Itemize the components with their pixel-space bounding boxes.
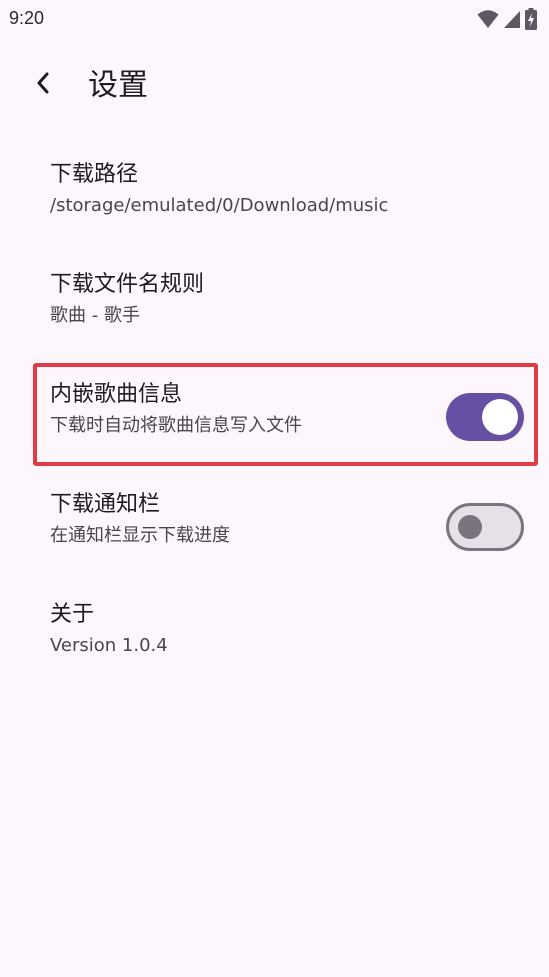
setting-subtitle: Version 1.0.4 <box>50 635 168 656</box>
back-button[interactable] <box>22 64 64 106</box>
battery-charging-icon <box>525 8 537 30</box>
switch-thumb <box>458 515 482 539</box>
signal-icon <box>503 9 521 29</box>
setting-title: 关于 <box>50 602 95 627</box>
wifi-icon <box>477 9 499 29</box>
setting-title: 下载文件名规则 <box>50 272 205 297</box>
status-icons <box>477 8 537 30</box>
setting-download-notification[interactable]: 下载通知栏 在通知栏显示下载进度 <box>0 480 549 590</box>
setting-subtitle: /storage/emulated/0/Download/music <box>50 195 389 216</box>
status-time: 9:20 <box>9 8 45 28</box>
setting-about[interactable]: 关于 Version 1.0.4 <box>0 590 549 700</box>
status-bar: 9:20 <box>0 0 549 40</box>
setting-title: 下载路径 <box>50 162 139 187</box>
setting-subtitle: 歌曲 - 歌手 <box>50 305 140 326</box>
embed-song-info-switch[interactable] <box>446 393 524 441</box>
setting-download-path[interactable]: 下载路径 /storage/emulated/0/Download/music <box>0 150 549 260</box>
setting-filename-rule[interactable]: 下载文件名规则 歌曲 - 歌手 <box>0 260 549 370</box>
chevron-left-icon <box>36 72 50 98</box>
app-bar: 设置 <box>0 56 549 120</box>
settings-list: 下载路径 /storage/emulated/0/Download/music … <box>0 150 549 700</box>
page-title: 设置 <box>88 68 148 103</box>
setting-embed-song-info[interactable]: 内嵌歌曲信息 下载时自动将歌曲信息写入文件 <box>0 370 549 480</box>
download-notification-switch[interactable] <box>446 503 524 551</box>
switch-thumb <box>482 399 518 435</box>
